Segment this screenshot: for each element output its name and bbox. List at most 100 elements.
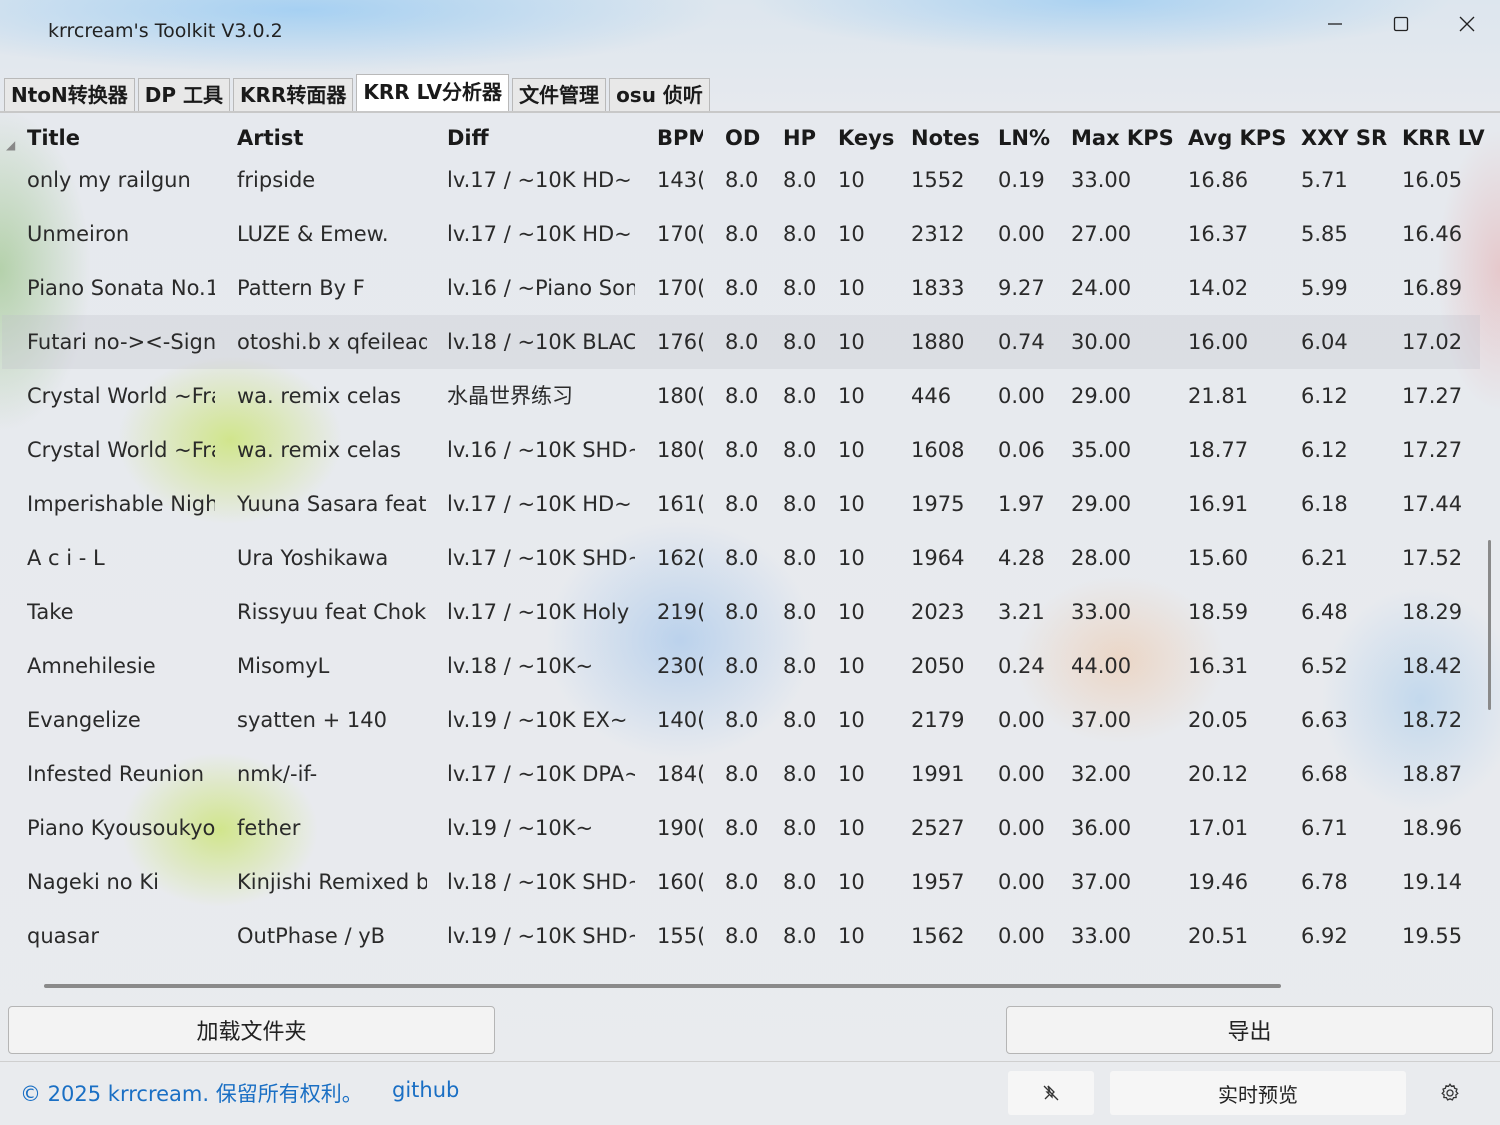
table-row[interactable]: Piano Kyousoukyo fether lv.19 / ~10K~ 190(8… (2, 801, 1480, 855)
cell-avg-kps: 19.46 (1188, 870, 1249, 894)
table-row[interactable]: Infested Reunion nmk/-if-lv.17 / ~10K DPA… (2, 747, 1480, 801)
column-header-od[interactable]: OD (725, 126, 775, 150)
tab-krr-lv-analyzer[interactable]: KRR LV分析器 (356, 74, 510, 112)
cell-avg-kps: 18.59 (1188, 600, 1249, 624)
minimize-button[interactable] (1305, 6, 1365, 42)
cell-diff: lv.17 / ~10K HD~ (447, 492, 632, 516)
close-button[interactable] (1437, 6, 1497, 42)
cell-xxy-sr: 5.85 (1301, 222, 1348, 246)
cell-max-kps: 33.00 (1071, 924, 1132, 948)
cell-artist: syatten + 140 (237, 708, 387, 732)
table-row[interactable]: only my railgun fripside lv.17 / ~10K HD~ 1… (2, 153, 1480, 207)
table-row[interactable]: Crystal World ~Fra wa. remix celas lv.16 /… (2, 423, 1480, 477)
cell-notes: 2023 (911, 600, 965, 624)
sort-indicator-icon[interactable]: ◢ (6, 138, 15, 152)
cell-bpm: 161( (657, 492, 703, 516)
table-row[interactable]: Amnehilesie MisomyL lv.18 / ~10K~ 230(8.0 8.… (2, 639, 1480, 693)
cell-avg-kps: 21.81 (1188, 384, 1249, 408)
cell-max-kps: 35.00 (1071, 438, 1132, 462)
cell-xxy-sr: 6.52 (1301, 654, 1348, 678)
cell-avg-kps: 15.60 (1188, 546, 1249, 570)
vertical-scrollbar[interactable] (1488, 540, 1491, 710)
cell-xxy-sr: 6.12 (1301, 438, 1348, 462)
table-row[interactable]: Unmeiron LUZE & Emew. lv.17 / ~10K HD~ 170(… (2, 207, 1480, 261)
cell-od: 8.0 (725, 546, 759, 570)
cell-keys: 10 (838, 276, 865, 300)
cell-notes: 2179 (911, 708, 965, 732)
cell-od: 8.0 (725, 816, 759, 840)
cell-max-kps: 37.00 (1071, 708, 1132, 732)
export-button[interactable]: 导出 (1006, 1006, 1493, 1054)
tab-osu-listener[interactable]: osu 侦听 (609, 78, 710, 112)
column-header-ln-percent[interactable]: LN% (998, 126, 1064, 150)
table-row[interactable]: Imperishable Nigh Yuuna Sasara feat. lv.17… (2, 477, 1480, 531)
column-header-max-kps[interactable]: Max KPS (1071, 126, 1181, 150)
cell-ln-percent: 0.06 (998, 438, 1045, 462)
maximize-button[interactable] (1371, 6, 1431, 42)
cell-keys: 10 (838, 600, 865, 624)
cell-krr-lv: 18.96 (1402, 816, 1463, 840)
tab-nton-converter[interactable]: NtoN转换器 (4, 78, 135, 112)
table-row[interactable]: A c i - L Ura Yoshikawa lv.17 / ~10K SHD~ 1… (2, 531, 1480, 585)
column-header-diff[interactable]: Diff (447, 126, 635, 150)
load-folder-button[interactable]: 加载文件夹 (8, 1006, 495, 1054)
table-row[interactable]: Nageki no Ki Kinjishi Remixed by lv.18 / ~… (2, 855, 1480, 909)
cell-title: A c i - L (27, 546, 105, 570)
cell-xxy-sr: 6.68 (1301, 762, 1348, 786)
column-header-hp[interactable]: HP (783, 126, 833, 150)
horizontal-scrollbar[interactable] (44, 984, 1281, 988)
settings-button[interactable] (1430, 1076, 1470, 1110)
cell-hp: 8.0 (783, 546, 817, 570)
cell-notes: 446 (911, 384, 952, 408)
column-header-keys[interactable]: Keys (838, 126, 898, 150)
cell-od: 8.0 (725, 330, 759, 354)
cell-krr-lv: 17.52 (1402, 546, 1463, 570)
cell-xxy-sr: 6.04 (1301, 330, 1348, 354)
cell-hp: 8.0 (783, 492, 817, 516)
cell-xxy-sr: 6.12 (1301, 384, 1348, 408)
cell-artist: fripside (237, 168, 316, 192)
cell-krr-lv: 18.72 (1402, 708, 1463, 732)
column-header-krr-lv[interactable]: KRR LV (1402, 126, 1492, 150)
pin-button[interactable] (1008, 1071, 1094, 1115)
github-link[interactable]: github (392, 1078, 459, 1102)
table-row[interactable]: Piano Sonata No.1 Pattern By F lv.16 / ~Pi… (2, 261, 1480, 315)
cell-diff: lv.17 / ~10K HD~ (447, 168, 632, 192)
column-header-avg-kps[interactable]: Avg KPS (1188, 126, 1293, 150)
cell-krr-lv: 18.29 (1402, 600, 1463, 624)
cell-keys: 10 (838, 168, 865, 192)
cell-bpm: 180( (657, 438, 703, 462)
table-row[interactable]: Take Rissyuu feat Chokc lv.17 / ~10K Holy … (2, 585, 1480, 639)
table-row[interactable]: quasar OutPhase / yB lv.19 / ~10K SHD~ 155(… (2, 909, 1480, 963)
column-header-bpm[interactable]: BPM (657, 126, 703, 150)
cell-artist: Pattern By F (237, 276, 365, 300)
cell-diff: lv.17 / ~10K HD~ (447, 222, 632, 246)
cell-max-kps: 36.00 (1071, 816, 1132, 840)
cell-hp: 8.0 (783, 816, 817, 840)
tab-file-manager[interactable]: 文件管理 (512, 78, 607, 112)
cell-ln-percent: 0.74 (998, 330, 1045, 354)
cell-avg-kps: 20.12 (1188, 762, 1249, 786)
table-row[interactable]: Crystal World ~Fra wa. remix celas 水晶世界练习 1… (2, 369, 1480, 423)
cell-avg-kps: 17.01 (1188, 816, 1249, 840)
table-row[interactable]: Futari no-><-Signal otoshi.b x qfeilead lv… (2, 315, 1480, 369)
cell-xxy-sr: 6.18 (1301, 492, 1348, 516)
close-icon (1459, 16, 1475, 32)
gear-icon (1441, 1083, 1459, 1101)
cell-diff: lv.16 / ~10K SHD~ (447, 438, 635, 462)
tab-dp-tools[interactable]: DP 工具 (137, 78, 231, 112)
table-row[interactable]: Evangelize syatten + 140 lv.19 / ~10K EX~ 1… (2, 693, 1480, 747)
cell-od: 8.0 (725, 492, 759, 516)
column-header-xxy-sr[interactable]: XXY SR (1301, 126, 1396, 150)
live-preview-button[interactable]: 实时预览 (1110, 1071, 1406, 1115)
cell-notes: 1957 (911, 870, 965, 894)
cell-hp: 8.0 (783, 438, 817, 462)
cell-krr-lv: 16.05 (1402, 168, 1463, 192)
cell-diff: lv.17 / ~10K Holy S (447, 600, 635, 624)
column-header-title[interactable]: Title (27, 126, 215, 150)
tab-krr-converter[interactable]: KRR转面器 (233, 78, 354, 112)
cell-title: quasar (27, 924, 99, 948)
cell-artist: otoshi.b x qfeilead (237, 330, 427, 354)
column-header-artist[interactable]: Artist (237, 126, 427, 150)
column-header-notes[interactable]: Notes (911, 126, 991, 150)
